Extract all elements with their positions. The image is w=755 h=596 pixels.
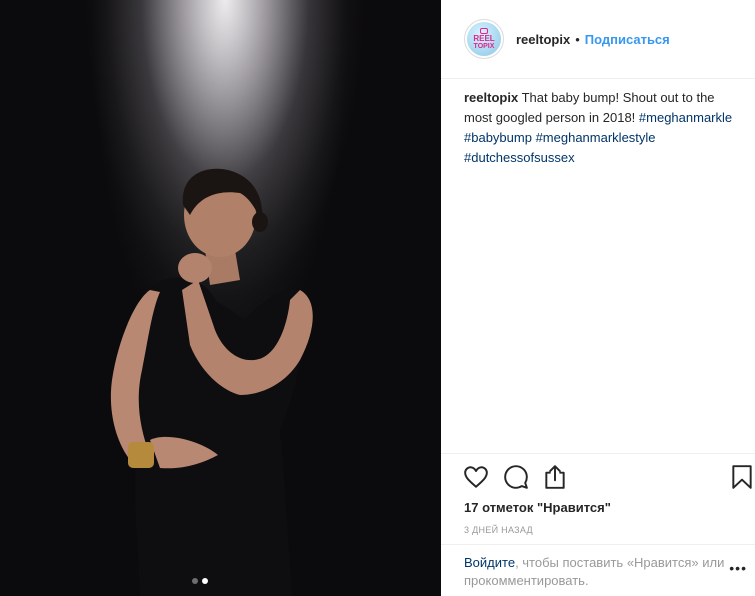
avatar-logo-line1: REEL: [473, 34, 495, 43]
post-photo[interactable]: [0, 0, 441, 596]
follow-button[interactable]: Подписаться: [585, 32, 670, 47]
hashtag[interactable]: #babybump: [464, 130, 532, 145]
carousel-indicator: [192, 578, 208, 584]
action-bar: [441, 453, 755, 497]
more-options-button[interactable]: •••: [729, 560, 747, 576]
avatar[interactable]: REEL TOPIX: [464, 19, 504, 59]
comment-icon[interactable]: [503, 464, 529, 490]
post-header: REEL TOPIX reeltopix • Подписаться: [441, 0, 755, 79]
hashtag[interactable]: #meghanmarklestyle: [536, 130, 656, 145]
likes-count[interactable]: 17 отметок "Нравится": [464, 500, 611, 515]
share-icon[interactable]: [542, 464, 568, 490]
login-link[interactable]: Войдите: [464, 555, 515, 570]
caption: reeltopix That baby bump! Shout out to t…: [464, 88, 744, 168]
post-panel: REEL TOPIX reeltopix • Подписаться reelt…: [441, 0, 755, 596]
hashtag[interactable]: #meghanmarkle: [639, 110, 732, 125]
login-prompt: Войдите, чтобы поставить «Нравится» или …: [441, 544, 755, 596]
caption-username[interactable]: reeltopix: [464, 90, 518, 105]
photo-figure: [110, 168, 313, 596]
bookmark-icon[interactable]: [729, 464, 755, 490]
carousel-dot[interactable]: [192, 578, 198, 584]
avatar-logo-line2: TOPIX: [473, 43, 495, 50]
avatar-logo: REEL TOPIX: [467, 22, 501, 56]
carousel-dot-active[interactable]: [202, 578, 208, 584]
hashtag[interactable]: #dutchessofsussex: [464, 150, 575, 165]
header-username[interactable]: reeltopix: [516, 32, 570, 47]
header-separator: •: [575, 31, 580, 47]
heart-icon[interactable]: [463, 464, 489, 490]
post-time[interactable]: 3 дней назад: [464, 525, 533, 535]
